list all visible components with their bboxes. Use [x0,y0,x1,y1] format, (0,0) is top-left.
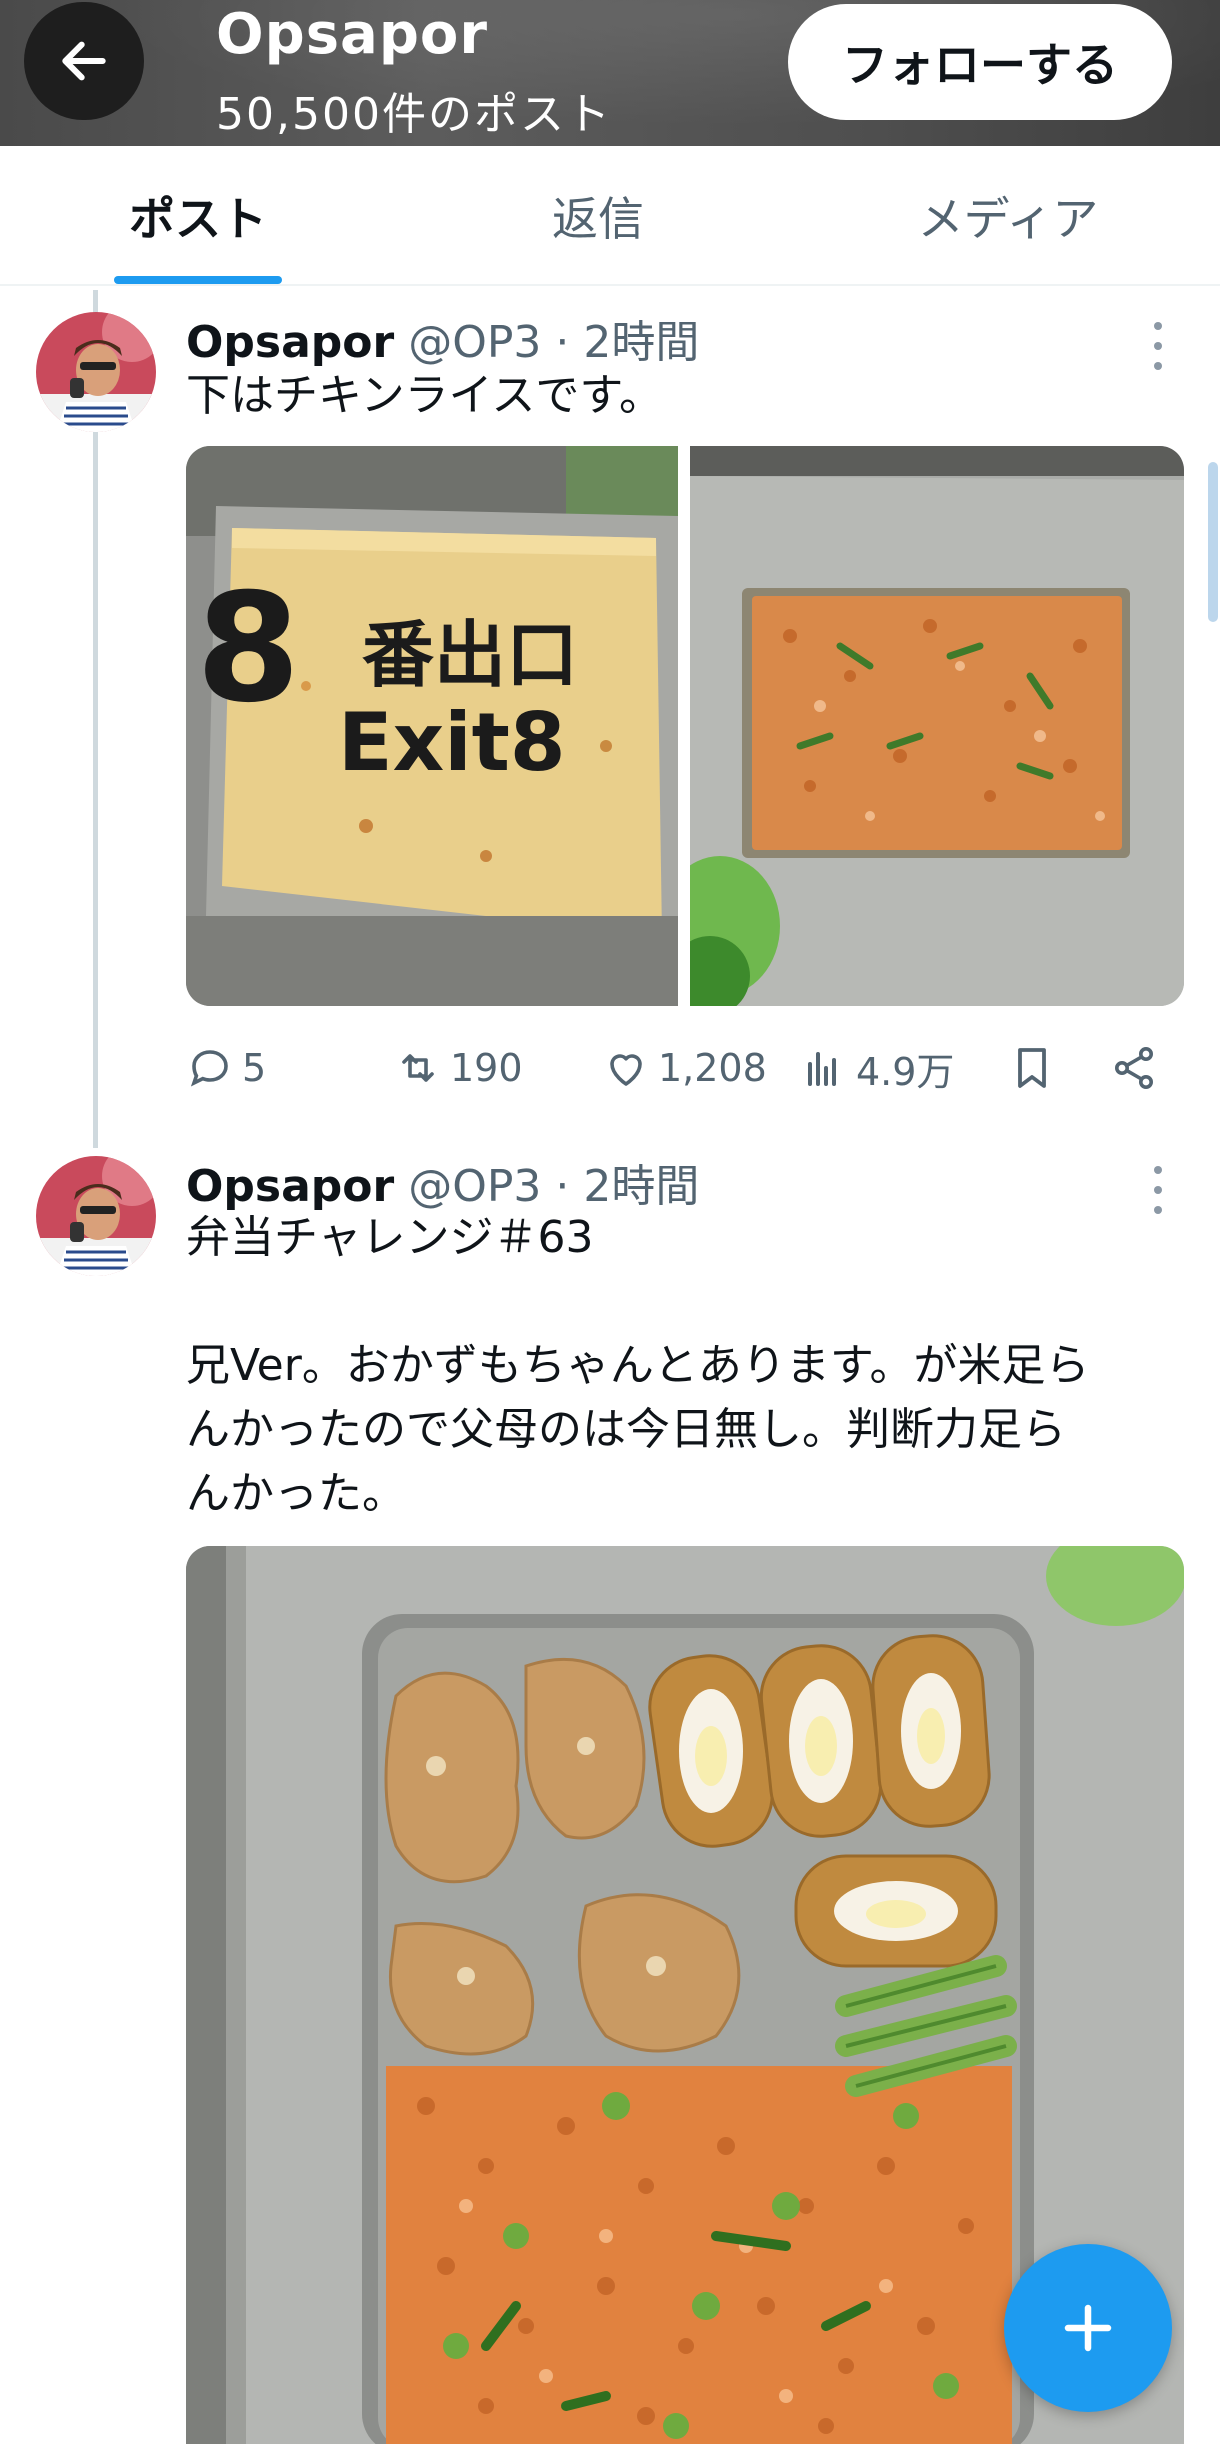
avatar[interactable] [36,1156,156,1276]
post-count: 50,500件のポスト [216,89,612,140]
post-author-name[interactable]: Opsapor [186,1161,394,1212]
avatar[interactable] [36,312,156,432]
scrollbar[interactable] [1208,462,1218,622]
views-icon [808,1052,836,1086]
omelette-text-exit8: Exit8 [338,696,566,789]
post-meta: Opsapor @OP3 · 2時間 [186,306,699,370]
post-handle-time: @OP3 · 2時間 [408,317,700,368]
post-text: 弁当チャレンジ＃63 兄Ver。おかずもちゃんとあります。が米足ら んかったので… [186,1212,1090,1519]
follow-button[interactable]: フォローする [788,4,1172,120]
plus-icon [1064,2304,1112,2352]
tab-replies[interactable]: 返信 [460,146,736,286]
like-count: 1,208 [658,1046,767,1090]
share-button[interactable] [1110,1036,1166,1100]
post-image-omelette[interactable]: 8 番出口 Exit8 [186,446,678,1006]
bookmark-button[interactable] [1008,1036,1064,1100]
like-icon [610,1054,642,1086]
post-text: 下はチキンライスです。 [186,370,663,421]
back-button[interactable] [24,2,144,120]
reply-icon [190,1050,228,1087]
like-button[interactable]: 1,208 [602,1036,767,1100]
tab-posts[interactable]: ポスト [60,146,336,286]
views-count: 4.9万 [856,1049,955,1094]
views-button[interactable]: 4.9万 [800,1036,954,1100]
share-icon [1115,1047,1153,1089]
repost-button[interactable]: 190 [394,1036,523,1100]
post-handle-time: @OP3 · 2時間 [408,1161,700,1212]
omelette-number: 8 [196,562,301,736]
post-meta: Opsapor @OP3 · 2時間 [186,1150,699,1214]
active-tab-indicator [114,276,282,284]
reply-count: 5 [242,1046,267,1090]
repost-icon [402,1054,434,1082]
profile-header: Opsapor 50,500件のポスト フォローする [0,0,1220,146]
reply-button[interactable]: 5 [186,1036,266,1100]
profile-tabs: ポスト 返信 メディア [0,146,1220,286]
back-arrow-icon [62,41,106,81]
omelette-text-kanji: 番出口 [362,613,579,697]
tab-media[interactable]: メディア [870,146,1146,286]
post-author-name[interactable]: Opsapor [186,317,394,368]
post-image-chicken-rice[interactable] [690,446,1184,1006]
repost-count: 190 [450,1046,523,1090]
profile-name: Opsapor [216,2,488,67]
bookmark-icon [1018,1048,1046,1088]
compose-post-button[interactable] [1004,2244,1172,2412]
post-actions: 5 190 1,208 4.9万 [186,1036,1166,1100]
